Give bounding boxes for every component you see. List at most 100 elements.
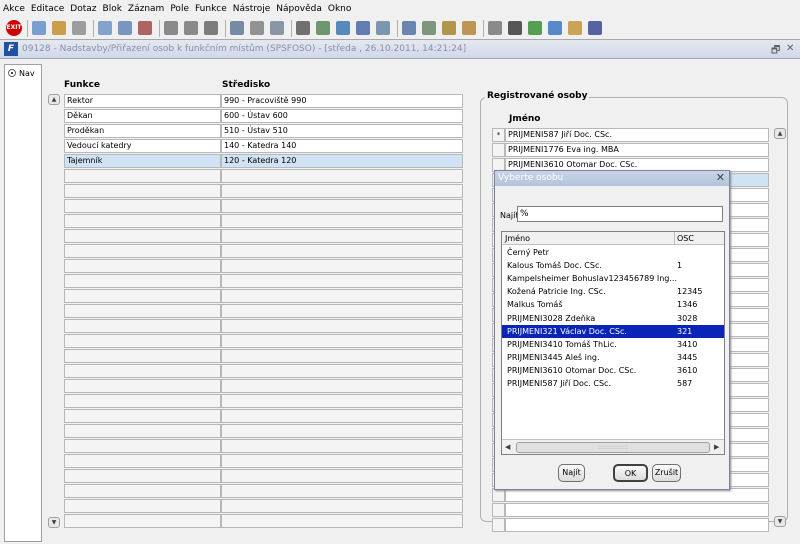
funkce-cell[interactable]: [64, 184, 221, 198]
record-indicator[interactable]: [492, 503, 505, 517]
funkce-cell[interactable]: [64, 454, 221, 468]
funkce-cell[interactable]: Děkan: [64, 109, 221, 123]
menu-item[interactable]: Pole: [167, 0, 192, 14]
stredisko-cell[interactable]: 140 - Katedra 140: [221, 139, 463, 153]
menu-item[interactable]: Dotaz: [67, 0, 99, 14]
menu-item[interactable]: Funkce: [192, 0, 230, 14]
save-icon[interactable]: [32, 21, 46, 35]
attachment-icon[interactable]: [548, 21, 562, 35]
stredisko-cell[interactable]: [221, 409, 463, 423]
execute-query-icon[interactable]: [118, 21, 132, 35]
stredisko-cell[interactable]: 120 - Katedra 120: [221, 154, 463, 168]
left-grid-scrollbar[interactable]: ▲ ▼: [48, 94, 60, 528]
columns-icon[interactable]: [376, 21, 390, 35]
funkce-cell[interactable]: [64, 484, 221, 498]
stredisko-cell[interactable]: [221, 274, 463, 288]
list-item[interactable]: Černý Petr: [502, 246, 724, 259]
person-list[interactable]: Jméno OSC Černý Petr Kalous Tomáš Doc. CS…: [501, 231, 725, 455]
record-indicator[interactable]: [492, 488, 505, 502]
stredisko-cell[interactable]: [221, 484, 463, 498]
stredisko-cell[interactable]: [221, 454, 463, 468]
close-form-icon[interactable]: [72, 21, 86, 35]
stredisko-cell[interactable]: [221, 394, 463, 408]
stredisko-cell[interactable]: [221, 304, 463, 318]
jmeno-cell[interactable]: [505, 518, 769, 532]
stredisko-cell[interactable]: [221, 244, 463, 258]
funkce-cell[interactable]: [64, 274, 221, 288]
list-item[interactable]: PRIJMENI321 Václav Doc. CSc. 321: [502, 324, 724, 338]
stredisko-cell[interactable]: [221, 229, 463, 243]
edit-icon[interactable]: [250, 21, 264, 35]
funkce-cell[interactable]: [64, 469, 221, 483]
cancel-button[interactable]: Zrušit: [652, 464, 681, 482]
excel-icon[interactable]: [528, 21, 542, 35]
stredisko-cell[interactable]: [221, 184, 463, 198]
form-icon[interactable]: [402, 21, 416, 35]
stredisko-cell[interactable]: [221, 439, 463, 453]
funkce-cell[interactable]: Vedoucí katedry: [64, 139, 221, 153]
funkce-cell[interactable]: [64, 379, 221, 393]
funkce-cell[interactable]: [64, 409, 221, 423]
funkce-cell[interactable]: [64, 304, 221, 318]
stredisko-cell[interactable]: [221, 514, 463, 528]
funkce-cell[interactable]: [64, 499, 221, 513]
list-item[interactable]: Kožená Patricie Ing. CSc. 12345: [502, 285, 724, 298]
stredisko-cell[interactable]: [221, 379, 463, 393]
sort-asc-icon[interactable]: [164, 21, 178, 35]
enter-query-icon[interactable]: [98, 21, 112, 35]
funkce-cell[interactable]: Tajemník: [64, 154, 221, 168]
list-col-osc[interactable]: OSC: [677, 234, 694, 243]
funkce-cell[interactable]: [64, 514, 221, 528]
menu-item[interactable]: Blok: [100, 0, 125, 14]
stredisko-cell[interactable]: [221, 214, 463, 228]
list-item[interactable]: PRIJMENI3445 Aleš ing. 3445: [502, 351, 724, 364]
jmeno-cell[interactable]: PRIJMENI1776 Eva ing. MBA: [505, 143, 769, 157]
menu-item[interactable]: Okno: [325, 0, 355, 14]
list-icon[interactable]: [356, 21, 370, 35]
funkce-cell[interactable]: [64, 334, 221, 348]
right-grid-scrollbar[interactable]: ▲ ▼: [774, 128, 786, 528]
scroll-left-icon[interactable]: ◀: [505, 443, 510, 451]
funkce-cell[interactable]: Rektor: [64, 94, 221, 108]
print-preview-icon[interactable]: [230, 21, 244, 35]
stredisko-cell[interactable]: [221, 199, 463, 213]
list-item[interactable]: Malkus Tomáš 1346: [502, 298, 724, 311]
record-indicator[interactable]: [492, 518, 505, 532]
menu-item[interactable]: Záznam: [125, 0, 167, 14]
menu-item[interactable]: Editace: [28, 0, 67, 14]
record-indicator[interactable]: *: [492, 128, 505, 142]
cancel-query-icon[interactable]: [138, 21, 152, 35]
list-hscrollbar[interactable]: ◀ ::::::::::::::: ▶: [502, 439, 724, 454]
funkce-cell[interactable]: [64, 229, 221, 243]
funkce-cell[interactable]: Proděkan: [64, 124, 221, 138]
find-input[interactable]: %: [517, 206, 723, 222]
report-icon[interactable]: [422, 21, 436, 35]
scroll-thumb[interactable]: :::::::::::::::: [516, 442, 710, 453]
jmeno-cell[interactable]: PRIJMENI587 Jiří Doc. CSc.: [505, 128, 769, 142]
calculator-icon[interactable]: [488, 21, 502, 35]
jmeno-cell[interactable]: [505, 488, 769, 502]
menu-item[interactable]: Akce: [0, 0, 28, 14]
sum-icon[interactable]: [508, 21, 522, 35]
list-item[interactable]: Kalous Tomáš Doc. CSc. 1: [502, 259, 724, 272]
list-item[interactable]: PRIJMENI3610 Otomar Doc. CSc. 3610: [502, 364, 724, 377]
list-col-jmeno[interactable]: Jméno: [505, 234, 530, 243]
jmeno-cell[interactable]: [505, 503, 769, 517]
paste-icon[interactable]: [336, 21, 350, 35]
nav-radio[interactable]: [8, 69, 16, 77]
exit-icon[interactable]: EXIT: [6, 20, 22, 36]
funkce-cell[interactable]: [64, 424, 221, 438]
scroll-down-icon[interactable]: ▼: [774, 516, 786, 527]
stredisko-cell[interactable]: [221, 499, 463, 513]
funkce-cell[interactable]: [64, 214, 221, 228]
scroll-down-icon[interactable]: ▼: [48, 517, 60, 528]
stredisko-cell[interactable]: [221, 319, 463, 333]
tools-icon[interactable]: [442, 21, 456, 35]
stredisko-cell[interactable]: [221, 424, 463, 438]
menu-item[interactable]: Nástroje: [230, 0, 274, 14]
copy-icon[interactable]: [316, 21, 330, 35]
stredisko-cell[interactable]: [221, 289, 463, 303]
funkce-cell[interactable]: [64, 394, 221, 408]
funkce-cell[interactable]: [64, 169, 221, 183]
funkce-cell[interactable]: [64, 199, 221, 213]
